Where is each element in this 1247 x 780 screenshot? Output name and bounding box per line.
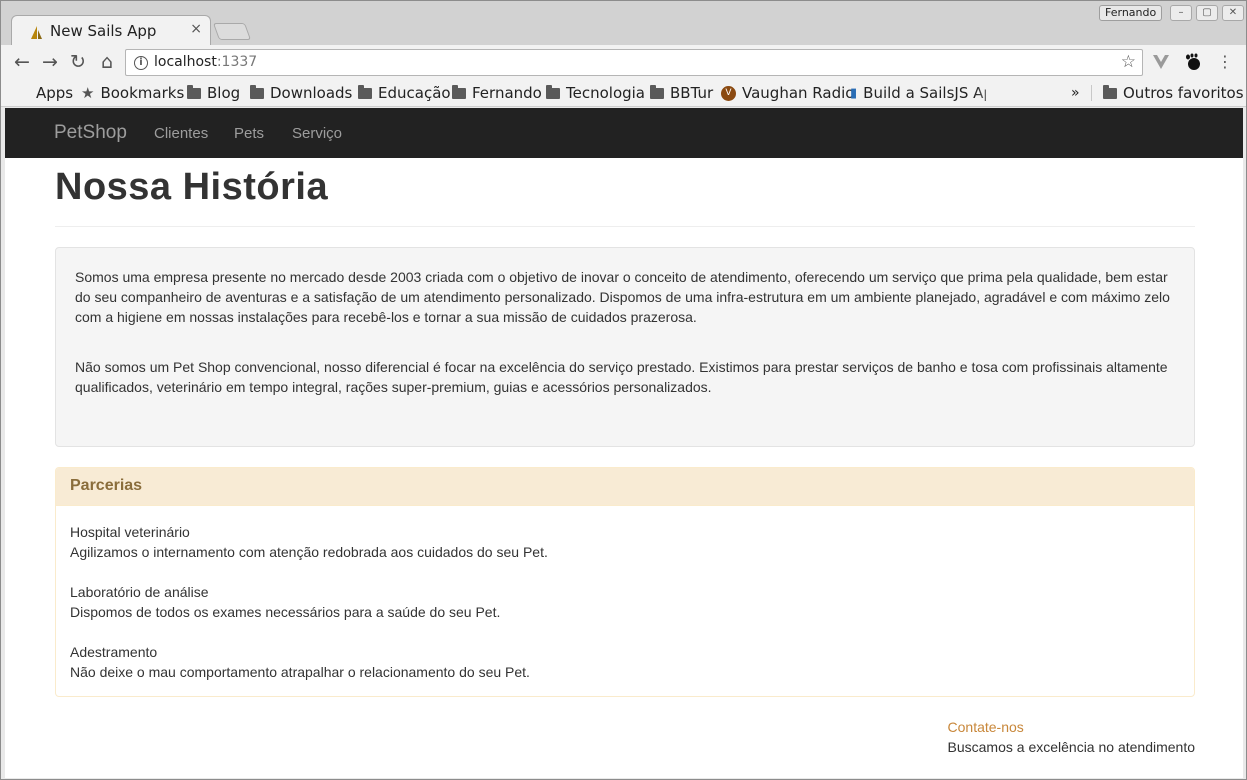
partners-panel-body: Hospital veterinário Agilizamos o intern… xyxy=(56,506,1194,698)
tab-close-icon[interactable]: × xyxy=(190,21,202,37)
partner-item: Laboratório de análise Dispomos de todos… xyxy=(70,582,1180,622)
info-icon[interactable]: i xyxy=(134,56,148,70)
partner-item: Hospital veterinário Agilizamos o intern… xyxy=(70,522,1180,562)
tab-strip: New Sails App × Fernando – ▢ ✕ xyxy=(1,1,1246,45)
page-icon: ▮ xyxy=(850,85,858,101)
partners-panel: Parcerias Hospital veterinário Agilizamo… xyxy=(55,467,1195,697)
folder-icon xyxy=(187,84,201,99)
folder-icon xyxy=(650,84,664,99)
browser-toolbar: ← → ↻ ⌂ i localhost:1337 ☆ ⋮ xyxy=(1,45,1246,79)
bookmark-vaughan-radio[interactable]: V Vaughan Radio xyxy=(721,83,854,103)
partner-name: Laboratório de análise xyxy=(70,584,209,600)
site-navbar: PetShop Clientes Pets Serviço xyxy=(5,108,1243,158)
browser-window: New Sails App × Fernando – ▢ ✕ ← → ↻ ⌂ i… xyxy=(0,0,1247,780)
vue-devtools-icon[interactable] xyxy=(1152,54,1170,70)
bookmark-star-icon[interactable]: ☆ xyxy=(1121,52,1136,72)
maximize-icon[interactable]: ▢ xyxy=(1196,5,1218,21)
url-text[interactable]: localhost:1337 xyxy=(154,54,257,70)
navbar-brand[interactable]: PetShop xyxy=(54,122,127,144)
folder-icon xyxy=(250,84,264,99)
folder-icon xyxy=(452,84,466,99)
contact-link[interactable]: Contate-nos xyxy=(948,717,1195,737)
history-paragraph: Somos uma empresa presente no mercado de… xyxy=(75,269,1170,325)
partner-description: Não deixe o mau comportamento atrapalhar… xyxy=(70,664,530,680)
footer-tagline: Buscamos a excelência no atendimento xyxy=(947,739,1195,755)
folder-icon xyxy=(358,84,372,99)
folder-icon xyxy=(546,84,560,99)
vaughan-icon: V xyxy=(721,85,736,101)
bookmark-blog[interactable]: Blog xyxy=(187,83,240,103)
history-well: Somos uma empresa presente no mercado de… xyxy=(55,247,1195,447)
partners-panel-title: Parcerias xyxy=(70,477,143,494)
gnome-extension-icon[interactable] xyxy=(1184,53,1202,71)
bookmarks-bar: Apps ★ Bookmarks Blog Downloads Educação… xyxy=(1,79,1246,107)
partner-name: Hospital veterinário xyxy=(70,524,190,540)
home-icon[interactable]: ⌂ xyxy=(96,51,118,73)
tab-title: New Sails App xyxy=(50,22,157,40)
bookmark-bookmarks[interactable]: ★ Bookmarks xyxy=(81,83,184,103)
apps-grid-icon xyxy=(16,86,30,100)
page-title: Nossa História xyxy=(55,166,329,208)
bookmarks-overflow-icon[interactable]: » xyxy=(1071,83,1080,103)
minimize-icon[interactable]: – xyxy=(1170,5,1192,21)
forward-arrow-icon[interactable]: → xyxy=(39,51,61,73)
bookmark-educacao[interactable]: Educação xyxy=(358,83,451,103)
history-paragraph: Não somos um Pet Shop convencional, noss… xyxy=(75,359,1168,395)
nav-link-servico[interactable]: Serviço xyxy=(292,125,342,142)
partner-item: Adestramento Não deixe o mau comportamen… xyxy=(70,642,1180,682)
bookmark-outros-favoritos[interactable]: Outros favoritos xyxy=(1103,83,1244,103)
bookmark-tecnologia[interactable]: Tecnologia xyxy=(546,83,645,103)
browser-tab[interactable]: New Sails App × xyxy=(11,15,211,45)
partner-description: Dispomos de todos os exames necessários … xyxy=(70,604,501,620)
partners-panel-heading: Parcerias xyxy=(56,468,1194,506)
star-icon: ★ xyxy=(81,84,95,102)
new-tab-button[interactable] xyxy=(212,23,252,40)
page-viewport: PetShop Clientes Pets Serviço Nossa Hist… xyxy=(5,108,1243,778)
sails-favicon-icon xyxy=(31,26,42,39)
title-divider xyxy=(55,226,1195,227)
bookmark-fernando[interactable]: Fernando xyxy=(452,83,542,103)
close-window-icon[interactable]: ✕ xyxy=(1222,5,1244,21)
folder-icon xyxy=(1103,84,1117,99)
menu-kebab-icon[interactable]: ⋮ xyxy=(1214,51,1236,73)
bookmark-downloads[interactable]: Downloads xyxy=(250,83,352,103)
partner-name: Adestramento xyxy=(70,644,158,660)
address-bar[interactable]: i localhost:1337 ☆ xyxy=(125,49,1143,76)
nav-link-clientes[interactable]: Clientes xyxy=(154,125,208,142)
back-arrow-icon[interactable]: ← xyxy=(11,51,33,73)
bookmark-apps[interactable]: Apps xyxy=(16,83,73,103)
bookmarks-separator xyxy=(1091,85,1092,101)
nav-link-pets[interactable]: Pets xyxy=(234,125,264,142)
reload-icon[interactable]: ↻ xyxy=(67,51,89,73)
partner-description: Agilizamos o internamento com atenção re… xyxy=(70,544,548,560)
bookmark-build-sailsjs[interactable]: ▮ Build a SailsJS App xyxy=(850,83,986,103)
page-footer: Contate-nos Buscamos a excelência no ate… xyxy=(948,717,1195,757)
bookmark-bbtur[interactable]: BBTur xyxy=(650,83,713,103)
profile-button[interactable]: Fernando xyxy=(1099,5,1163,21)
